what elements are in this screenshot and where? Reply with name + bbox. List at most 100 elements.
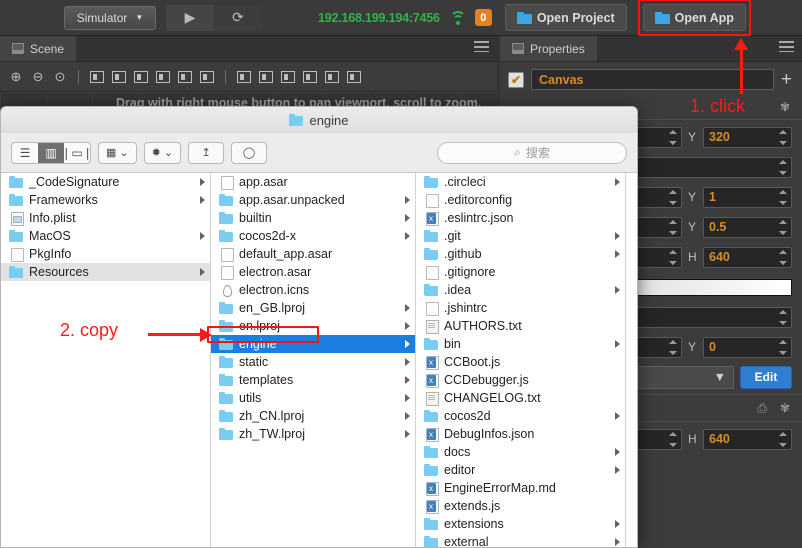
- simulator-dropdown[interactable]: Simulator ▼: [64, 5, 156, 30]
- properties-panel-menu-icon[interactable]: [779, 41, 794, 54]
- stepper-icon[interactable]: [667, 431, 679, 447]
- distribute-bottom-icon[interactable]: [278, 67, 298, 87]
- finder-row[interactable]: _CodeSignature: [1, 173, 210, 191]
- finder-row[interactable]: CHANGELOG.txt: [416, 389, 625, 407]
- finder-row[interactable]: editor: [416, 461, 625, 479]
- skew-y-input[interactable]: 0: [703, 336, 792, 358]
- finder-row[interactable]: app.asar.unpacked: [211, 191, 415, 209]
- action-gear-button[interactable]: ✹ ⌄: [143, 141, 182, 164]
- list-view-icon[interactable]: ☰: [12, 143, 38, 163]
- finder-row[interactable]: .github: [416, 245, 625, 263]
- finder-row[interactable]: engine: [211, 335, 415, 353]
- finder-column-1[interactable]: _CodeSignature Frameworks Info.plist MacOS P…: [1, 173, 211, 547]
- finder-row[interactable]: app.asar: [211, 173, 415, 191]
- finder-row[interactable]: .idea: [416, 281, 625, 299]
- arrange-button[interactable]: ▦ ⌄: [98, 141, 137, 164]
- finder-row[interactable]: builtin: [211, 209, 415, 227]
- node-name-field[interactable]: Canvas: [531, 69, 774, 90]
- finder-column-3[interactable]: .circleci .editorconfig .eslintrc.json .git…: [416, 173, 626, 547]
- node-enabled-checkbox[interactable]: ✔: [508, 71, 524, 88]
- align-middle-icon[interactable]: [175, 67, 195, 87]
- play-button[interactable]: ▶: [166, 4, 214, 31]
- align-left-icon[interactable]: [87, 67, 107, 87]
- finder-row[interactable]: .git: [416, 227, 625, 245]
- zoom-out-icon[interactable]: ⊖: [28, 67, 48, 87]
- finder-row[interactable]: CCBoot.js: [416, 353, 625, 371]
- stepper-icon[interactable]: [777, 309, 789, 325]
- distribute-center-icon[interactable]: [322, 67, 342, 87]
- stepper-icon[interactable]: [667, 249, 679, 265]
- distribute-top-icon[interactable]: [234, 67, 254, 87]
- finder-row[interactable]: EngineErrorMap.md: [416, 479, 625, 497]
- position-y-input[interactable]: 320: [703, 126, 792, 148]
- stepper-icon[interactable]: [667, 189, 679, 205]
- finder-row[interactable]: zh_TW.lproj: [211, 425, 415, 443]
- finder-row[interactable]: cocos2d-x: [211, 227, 415, 245]
- finder-row[interactable]: templates: [211, 371, 415, 389]
- stepper-icon[interactable]: [777, 249, 789, 265]
- help-icon[interactable]: ⎙: [757, 401, 767, 416]
- finder-row[interactable]: DebugInfos.json: [416, 425, 625, 443]
- align-bottom-icon[interactable]: [197, 67, 217, 87]
- open-app-button[interactable]: Open App: [642, 4, 746, 31]
- finder-row[interactable]: .circleci: [416, 173, 625, 191]
- align-right-icon[interactable]: [131, 67, 151, 87]
- distribute-left-icon[interactable]: [300, 67, 320, 87]
- column-view-icon[interactable]: ▥: [38, 142, 64, 163]
- stepper-icon[interactable]: [667, 129, 679, 145]
- reload-button[interactable]: ⟳: [214, 4, 262, 31]
- distribute-middle-icon[interactable]: [256, 67, 276, 87]
- finder-row[interactable]: en_GB.lproj: [211, 299, 415, 317]
- add-component-button[interactable]: +: [781, 70, 794, 89]
- finder-row[interactable]: AUTHORS.txt: [416, 317, 625, 335]
- finder-row[interactable]: .gitignore: [416, 263, 625, 281]
- finder-row[interactable]: MacOS: [1, 227, 210, 245]
- anchor-y-input[interactable]: 0.5: [703, 216, 792, 238]
- stepper-icon[interactable]: [667, 339, 679, 355]
- finder-row[interactable]: electron.asar: [211, 263, 415, 281]
- scale-y-input[interactable]: 1: [703, 186, 792, 208]
- stepper-icon[interactable]: [777, 339, 789, 355]
- size-height-input[interactable]: 640: [703, 246, 792, 268]
- share-button[interactable]: ↥: [188, 141, 225, 164]
- finder-row[interactable]: extends.js: [416, 497, 625, 515]
- finder-row[interactable]: electron.icns: [211, 281, 415, 299]
- tag-button[interactable]: ◯: [231, 141, 268, 164]
- finder-row[interactable]: bin: [416, 335, 625, 353]
- finder-row[interactable]: cocos2d: [416, 407, 625, 425]
- stepper-icon[interactable]: [777, 129, 789, 145]
- finder-row[interactable]: extensions: [416, 515, 625, 533]
- align-top-icon[interactable]: [153, 67, 173, 87]
- stepper-icon[interactable]: [777, 431, 789, 447]
- gear-icon[interactable]: ✾: [780, 100, 790, 114]
- stepper-icon[interactable]: [777, 159, 789, 175]
- tab-properties[interactable]: Properties: [500, 36, 597, 61]
- finder-row[interactable]: zh_CN.lproj: [211, 407, 415, 425]
- edit-group-button[interactable]: Edit: [740, 365, 792, 389]
- align-center-h-icon[interactable]: [109, 67, 129, 87]
- stepper-icon[interactable]: [777, 219, 789, 235]
- scene-panel-menu-icon[interactable]: [474, 41, 489, 54]
- finder-row[interactable]: Frameworks: [1, 191, 210, 209]
- finder-row[interactable]: .eslintrc.json: [416, 209, 625, 227]
- gear-icon[interactable]: ✾: [780, 401, 790, 416]
- open-project-button[interactable]: Open Project: [504, 4, 627, 31]
- distribute-right-icon[interactable]: [344, 67, 364, 87]
- search-input[interactable]: ⌕ 搜索: [437, 141, 627, 164]
- finder-row[interactable]: utils: [211, 389, 415, 407]
- zoom-in-icon[interactable]: ⊕: [6, 67, 26, 87]
- stepper-icon[interactable]: [667, 219, 679, 235]
- finder-row[interactable]: .editorconfig: [416, 191, 625, 209]
- finder-row[interactable]: en.lproj: [211, 317, 415, 335]
- finder-row[interactable]: static: [211, 353, 415, 371]
- finder-row[interactable]: .jshintrc: [416, 299, 625, 317]
- finder-row[interactable]: external: [416, 533, 625, 547]
- finder-column-2[interactable]: app.asar app.asar.unpacked builtin cocos2d-…: [211, 173, 416, 547]
- zoom-reset-icon[interactable]: ⊙: [50, 67, 70, 87]
- stepper-icon[interactable]: [777, 189, 789, 205]
- finder-row[interactable]: default_app.asar: [211, 245, 415, 263]
- finder-row[interactable]: docs: [416, 443, 625, 461]
- design-height-input[interactable]: 640: [703, 428, 792, 450]
- finder-row[interactable]: Info.plist: [1, 209, 210, 227]
- tab-scene[interactable]: Scene: [0, 36, 77, 61]
